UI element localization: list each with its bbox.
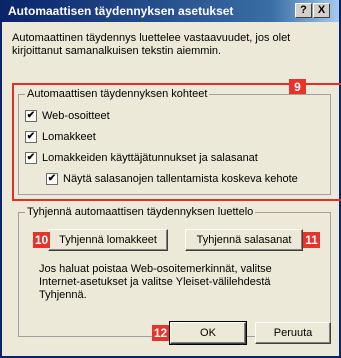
checkbox-label: Lomakkeet xyxy=(42,131,96,143)
clear-group-legend: Tyhjennä automaattisen täydennyksen luet… xyxy=(25,206,256,219)
info-line: Jos haluat poistaa Web-osoitemerkinnät, … xyxy=(39,263,272,275)
checkbox-web-addresses[interactable]: ✔ Web-osoitteet xyxy=(25,109,225,123)
info-line: Tyhjennä. xyxy=(39,289,87,301)
clear-forms-button[interactable]: Tyhjennä lomakkeet xyxy=(48,229,168,251)
callout-badge-9: 9 xyxy=(289,79,306,95)
checkbox-form-usernames-passwords[interactable]: ✔ Lomakkeiden käyttäjätunnukset ja salas… xyxy=(25,151,325,165)
checkbox-box[interactable]: ✔ xyxy=(46,173,58,185)
checkbox-forms[interactable]: ✔ Lomakkeet xyxy=(25,130,225,144)
callout-badge-12: 12 xyxy=(152,325,169,341)
autocomplete-settings-dialog: Automaattisen täydennyksen asetukset ? X… xyxy=(0,0,341,358)
cancel-button[interactable]: Peruuta xyxy=(255,322,331,344)
checkbox-box[interactable]: ✔ xyxy=(25,110,37,122)
title-bar[interactable]: Automaattisen täydennyksen asetukset ? X xyxy=(2,0,339,22)
close-button[interactable]: X xyxy=(313,3,330,18)
checkbox-label: Lomakkeiden käyttäjätunnukset ja salasan… xyxy=(42,152,258,164)
dialog-description: Automaattinen täydennys luettelee vastaa… xyxy=(12,32,332,58)
checkbox-label: Web-osoitteet xyxy=(42,110,110,122)
dialog-title: Automaattisen täydennyksen asetukset xyxy=(8,4,234,18)
checkbox-box[interactable]: ✔ xyxy=(25,152,37,164)
checkbox-prompt-save-passwords[interactable]: ✔ Näytä salasanojen tallentamista koskev… xyxy=(46,172,328,186)
callout-badge-11: 11 xyxy=(303,232,320,248)
info-line: Internet-asetukset ja valitse Yleiset-vä… xyxy=(39,276,271,288)
help-button[interactable]: ? xyxy=(295,3,312,18)
description-line: kirjoittanut samanalkuisen tekstin aiemm… xyxy=(12,45,222,57)
ok-button[interactable]: OK xyxy=(169,321,247,345)
checkbox-box[interactable]: ✔ xyxy=(25,131,37,143)
targets-group-legend: Automaattisen täydennyksen kohteet xyxy=(25,88,210,101)
checkbox-label: Näytä salasanojen tallentamista koskeva … xyxy=(63,173,298,185)
clear-info-text: Jos haluat poistaa Web-osoitemerkinnät, … xyxy=(39,263,272,302)
clear-passwords-button[interactable]: Tyhjennä salasanat xyxy=(185,229,303,251)
description-line: Automaattinen täydennys luettelee vastaa… xyxy=(12,32,291,44)
targets-group: Automaattisen täydennyksen kohteet ✔ Web… xyxy=(18,88,331,195)
callout-badge-10: 10 xyxy=(33,232,50,248)
